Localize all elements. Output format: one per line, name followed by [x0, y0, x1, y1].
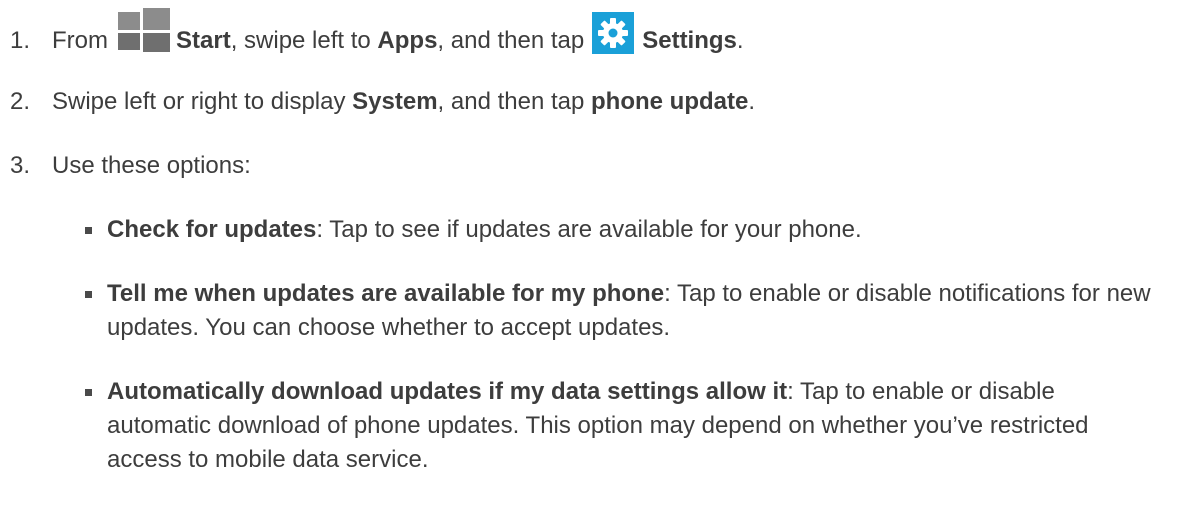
- step-text: .: [736, 27, 744, 54]
- step-text: .: [748, 88, 756, 115]
- system-label: System: [352, 88, 438, 115]
- bullet-marker: [85, 389, 92, 396]
- step-text: , and then tap: [437, 88, 585, 115]
- step-text: From: [52, 27, 108, 54]
- option-text: Tell me when updates are available for m…: [107, 277, 1165, 345]
- option-check-for-updates: Check for updates: Tap to see if updates…: [85, 213, 1165, 247]
- option-title: Tell me when updates are available for m…: [107, 280, 665, 307]
- step-text: , and then tap: [437, 27, 585, 54]
- option-title: Automatically download updates if my dat…: [107, 378, 788, 405]
- bullet-marker: [85, 291, 92, 298]
- option-description: : Tap to see if updates are available fo…: [316, 216, 862, 243]
- step-text: Swipe left or right to display: [52, 88, 346, 115]
- apps-label: Apps: [377, 27, 438, 54]
- step-2: 2. Swipe left or right to display System,…: [10, 85, 755, 119]
- settings-gear-icon: [592, 12, 635, 54]
- option-automatically-download: Automatically download updates if my dat…: [85, 375, 1165, 477]
- phone-update-label: phone update: [591, 88, 749, 115]
- step-number: 2.: [10, 88, 31, 115]
- step-number: 3.: [10, 152, 31, 179]
- option-title: Check for updates: [107, 216, 317, 243]
- step-1: 1. From Start, swipe left to Apps, and the…: [10, 6, 744, 58]
- option-text: Check for updates: Tap to see if updates…: [107, 213, 1165, 247]
- settings-label: Settings: [642, 27, 737, 54]
- bullet-marker: [85, 227, 92, 234]
- step-text: Use these options:: [52, 152, 251, 179]
- option-text: Automatically download updates if my dat…: [107, 375, 1165, 477]
- step-3: 3. Use these options:: [10, 149, 251, 183]
- start-label: Start: [176, 27, 231, 54]
- windows-start-tile-icon: [116, 6, 172, 52]
- step-text: , swipe left to: [230, 27, 371, 54]
- option-tell-me-when-updates: Tell me when updates are available for m…: [85, 277, 1165, 345]
- step-number: 1.: [10, 27, 31, 54]
